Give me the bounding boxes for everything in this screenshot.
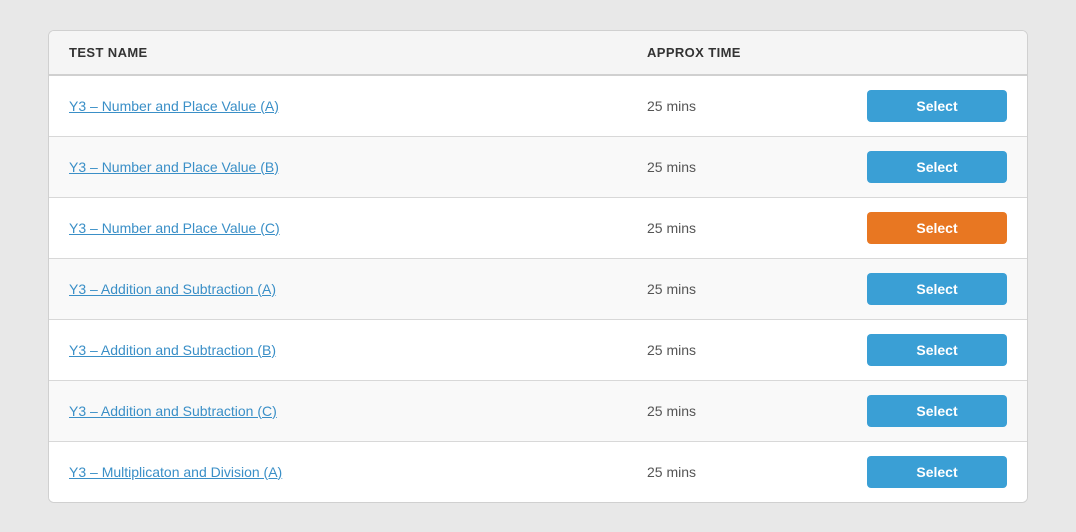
col-header-test-name: TEST NAME bbox=[69, 45, 647, 60]
table-row: Y3 – Number and Place Value (B)25 minsSe… bbox=[49, 137, 1027, 198]
table-row: Y3 – Addition and Subtraction (C)25 mins… bbox=[49, 381, 1027, 442]
approx-time: 25 mins bbox=[647, 159, 867, 175]
col-header-action bbox=[867, 45, 1007, 60]
approx-time: 25 mins bbox=[647, 98, 867, 114]
select-button[interactable]: Select bbox=[867, 151, 1007, 183]
test-name-link[interactable]: Y3 – Number and Place Value (C) bbox=[69, 220, 647, 236]
table-row: Y3 – Number and Place Value (C)25 minsSe… bbox=[49, 198, 1027, 259]
test-name-link[interactable]: Y3 – Number and Place Value (A) bbox=[69, 98, 647, 114]
test-name-link[interactable]: Y3 – Number and Place Value (B) bbox=[69, 159, 647, 175]
select-button[interactable]: Select bbox=[867, 90, 1007, 122]
approx-time: 25 mins bbox=[647, 464, 867, 480]
table-row: Y3 – Number and Place Value (A)25 minsSe… bbox=[49, 76, 1027, 137]
select-button[interactable]: Select bbox=[867, 212, 1007, 244]
test-name-link[interactable]: Y3 – Multiplicaton and Division (A) bbox=[69, 464, 647, 480]
test-name-link[interactable]: Y3 – Addition and Subtraction (A) bbox=[69, 281, 647, 297]
approx-time: 25 mins bbox=[647, 220, 867, 236]
select-button[interactable]: Select bbox=[867, 273, 1007, 305]
approx-time: 25 mins bbox=[647, 281, 867, 297]
table-row: Y3 – Multiplicaton and Division (A)25 mi… bbox=[49, 442, 1027, 502]
table-row: Y3 – Addition and Subtraction (B)25 mins… bbox=[49, 320, 1027, 381]
approx-time: 25 mins bbox=[647, 403, 867, 419]
test-name-link[interactable]: Y3 – Addition and Subtraction (C) bbox=[69, 403, 647, 419]
table-header: TEST NAME APPROX TIME bbox=[49, 31, 1027, 76]
select-button[interactable]: Select bbox=[867, 456, 1007, 488]
approx-time: 25 mins bbox=[647, 342, 867, 358]
select-button[interactable]: Select bbox=[867, 395, 1007, 427]
select-button[interactable]: Select bbox=[867, 334, 1007, 366]
table-body: Y3 – Number and Place Value (A)25 minsSe… bbox=[49, 76, 1027, 502]
test-name-link[interactable]: Y3 – Addition and Subtraction (B) bbox=[69, 342, 647, 358]
col-header-approx-time: APPROX TIME bbox=[647, 45, 867, 60]
tests-table: TEST NAME APPROX TIME Y3 – Number and Pl… bbox=[48, 30, 1028, 503]
table-row: Y3 – Addition and Subtraction (A)25 mins… bbox=[49, 259, 1027, 320]
